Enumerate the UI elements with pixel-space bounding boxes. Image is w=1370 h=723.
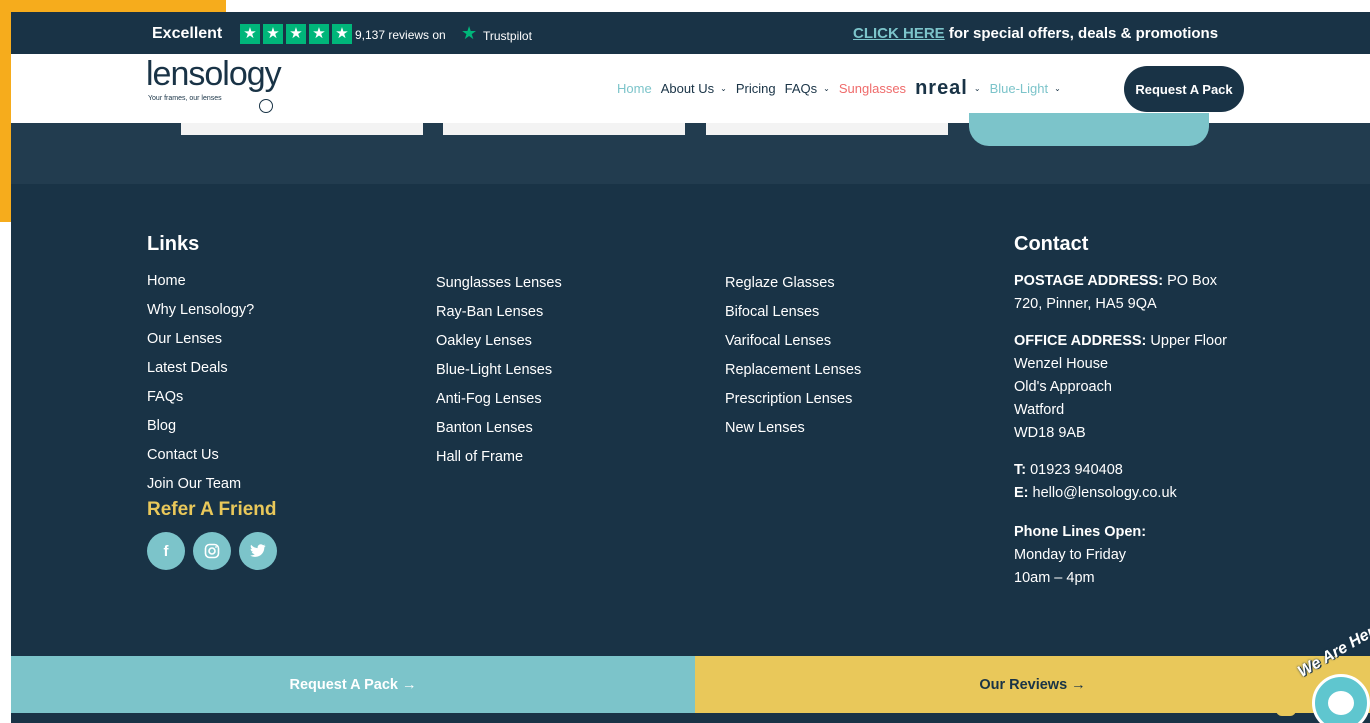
contact-heading: Contact: [1014, 233, 1089, 255]
postage-address: POSTAGE ADDRESS: PO Box 720, Pinner, HA5…: [1014, 270, 1264, 316]
footer-link[interactable]: Reglaze Glasses: [725, 275, 861, 304]
office-address-label: OFFICE ADDRESS:: [1014, 333, 1147, 349]
hours-label: Phone Lines Open:: [1014, 524, 1147, 540]
footer-link[interactable]: Why Lensology?: [147, 302, 254, 331]
nav-blue-light[interactable]: Blue-Light ⌄: [990, 81, 1061, 96]
hours-time: 10am – 4pm: [1014, 570, 1095, 586]
footer-link[interactable]: Our Lenses: [147, 331, 254, 360]
refer-a-friend-link[interactable]: Refer A Friend: [147, 499, 277, 521]
nav-home[interactable]: Home: [617, 81, 652, 96]
nav-faqs[interactable]: FAQs ⌄: [785, 81, 830, 96]
office-address-line: Old's Approach: [1014, 379, 1112, 395]
office-address-line: Wenzel House: [1014, 356, 1109, 372]
footer-links-column-3: Reglaze Glasses Bifocal Lenses Varifocal…: [725, 275, 861, 449]
footer-link[interactable]: Home: [147, 273, 254, 302]
phone-label: T:: [1014, 462, 1027, 478]
footer-link[interactable]: New Lenses: [725, 420, 861, 449]
footer-link[interactable]: Anti-Fog Lenses: [436, 391, 562, 420]
office-address: OFFICE ADDRESS: Upper Floor Wenzel House…: [1014, 330, 1264, 445]
footer-link[interactable]: Sunglasses Lenses: [436, 275, 562, 304]
footer-link[interactable]: Ray-Ban Lenses: [436, 304, 562, 333]
footer-link[interactable]: Oakley Lenses: [436, 333, 562, 362]
page: Excellent ★ ★ ★ ★ ★ 9,137 reviews on ★ T…: [11, 12, 1370, 723]
form-submit-button[interactable]: [969, 113, 1209, 146]
phone-number[interactable]: 01923 940408: [1026, 462, 1123, 478]
trust-bar: Excellent ★ ★ ★ ★ ★ 9,137 reviews on ★ T…: [11, 12, 1370, 54]
nav-about-us-label: About Us: [660, 81, 715, 96]
star-icon: ★: [332, 24, 352, 44]
chevron-down-icon: ⌄: [823, 84, 830, 93]
chat-launcher-button[interactable]: [1312, 674, 1370, 723]
form-field[interactable]: [443, 123, 685, 135]
nav-nreal[interactable]: nreal ⌄: [915, 77, 981, 100]
promo-banner: CLICK HERE for special offers, deals & p…: [853, 25, 1218, 42]
request-a-pack-cta[interactable]: Request A Pack →: [11, 656, 695, 713]
footer-link[interactable]: Blog: [147, 418, 254, 447]
logo-lens-icon: [259, 99, 273, 113]
postage-address-label: POSTAGE ADDRESS:: [1014, 273, 1164, 289]
form-field[interactable]: [706, 123, 948, 135]
footer-link[interactable]: Prescription Lenses: [725, 391, 861, 420]
footer-link[interactable]: Varifocal Lenses: [725, 333, 861, 362]
facebook-icon[interactable]: f: [147, 532, 185, 570]
nav-blue-light-label: Blue-Light: [989, 81, 1049, 96]
request-a-pack-button[interactable]: Request A Pack: [1124, 66, 1244, 112]
footer-link[interactable]: Bifocal Lenses: [725, 304, 861, 333]
twitter-icon[interactable]: [239, 532, 277, 570]
trustpilot-stars[interactable]: ★ ★ ★ ★ ★: [240, 24, 352, 44]
footer-links-column-2: Sunglasses Lenses Ray-Ban Lenses Oakley …: [436, 275, 562, 478]
nav-pricing[interactable]: Pricing: [736, 81, 776, 96]
promo-text: for special offers, deals & promotions: [944, 25, 1219, 42]
footer-link[interactable]: Hall of Frame: [436, 449, 562, 478]
phone-email: T: 01923 940408 E: hello@lensology.co.uk: [1014, 459, 1264, 505]
postage-address-line: 720, Pinner, HA5 9QA: [1014, 296, 1157, 312]
promo-click-here-link[interactable]: CLICK HERE: [853, 25, 945, 42]
twitter-glyph: [250, 544, 266, 557]
office-address-line: Upper Floor: [1146, 333, 1227, 349]
nav-sunglasses[interactable]: Sunglasses: [839, 81, 906, 96]
instagram-glyph: [204, 543, 220, 559]
office-address-line: Watford: [1014, 402, 1065, 418]
footer-link[interactable]: FAQs: [147, 389, 254, 418]
instagram-icon[interactable]: [193, 532, 231, 570]
logo-wordmark: lensology: [146, 55, 282, 93]
office-address-line: WD18 9AB: [1014, 425, 1086, 441]
hours-days: Monday to Friday: [1014, 547, 1127, 563]
nreal-logo: nreal: [915, 77, 968, 99]
chat-bubble-icon: [1328, 691, 1354, 715]
lensology-logo[interactable]: lensology Your frames, our lenses: [146, 55, 306, 115]
signup-form-strip: [11, 113, 1370, 184]
footer-link[interactable]: Blue-Light Lenses: [436, 362, 562, 391]
postage-address-line: PO Box: [1163, 273, 1218, 289]
bottom-band: [11, 713, 1370, 723]
footer-link[interactable]: Replacement Lenses: [725, 362, 861, 391]
footer-link[interactable]: Latest Deals: [147, 360, 254, 389]
star-icon: ★: [309, 24, 329, 44]
email-label: E:: [1014, 485, 1029, 501]
footer-links-column-1: Home Why Lensology? Our Lenses Latest De…: [147, 273, 254, 505]
trustpilot-rating-label: Excellent: [152, 25, 223, 42]
form-field[interactable]: [181, 123, 423, 135]
opening-hours: Phone Lines Open: Monday to Friday 10am …: [1014, 521, 1264, 590]
trustpilot-star-icon: ★: [461, 23, 478, 43]
star-icon: ★: [263, 24, 283, 44]
links-heading: Links: [147, 233, 200, 255]
star-icon: ★: [286, 24, 306, 44]
chevron-down-icon: ⌄: [720, 84, 727, 93]
waving-hand-icon: [1276, 694, 1296, 716]
logo-tagline: Your frames, our lenses: [148, 95, 222, 102]
email-address[interactable]: hello@lensology.co.uk: [1029, 485, 1177, 501]
footer-link[interactable]: Contact Us: [147, 447, 254, 476]
our-reviews-cta[interactable]: Our Reviews →: [695, 656, 1370, 713]
chevron-down-icon: ⌄: [1054, 84, 1061, 93]
nav-about-us[interactable]: About Us ⌄: [661, 81, 727, 96]
star-icon: ★: [240, 24, 260, 44]
footer-link[interactable]: Banton Lenses: [436, 420, 562, 449]
nav-faqs-label: FAQs: [784, 81, 818, 96]
trustpilot-review-count[interactable]: 9,137 reviews on: [355, 28, 446, 42]
footer: Links Home Why Lensology? Our Lenses Lat…: [11, 184, 1370, 656]
social-links: f: [147, 532, 277, 570]
chevron-down-icon: ⌄: [973, 84, 981, 93]
trustpilot-brand[interactable]: Trustpilot: [483, 29, 532, 43]
